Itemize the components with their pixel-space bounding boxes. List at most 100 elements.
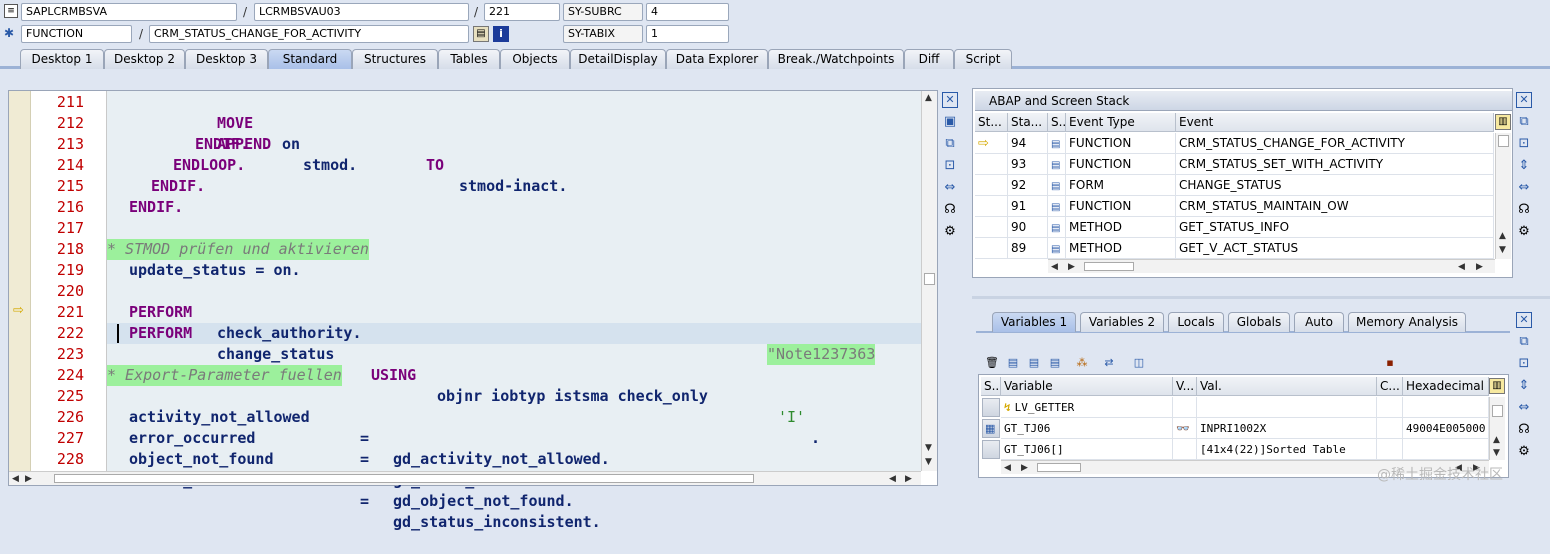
- swap-tool-icon[interactable]: ⧉: [1516, 334, 1532, 350]
- proc-type-field[interactable]: FUNCTION: [21, 25, 132, 43]
- column-layout-icon[interactable]: ▥: [1489, 378, 1505, 394]
- resize-horizontal-icon[interactable]: ⇔: [942, 180, 958, 196]
- col-header[interactable]: S...: [1048, 113, 1066, 132]
- services-icon[interactable]: ☊: [1516, 202, 1532, 218]
- tab-break-watchpoints[interactable]: Break./Watchpoints: [768, 49, 904, 69]
- delete-icon[interactable]: 🗑: [985, 356, 999, 370]
- save-icon[interactable]: ▪: [1383, 356, 1397, 370]
- scroll-down-icon[interactable]: ▼: [925, 457, 932, 467]
- resize-horizontal-icon[interactable]: ⇔: [1516, 180, 1532, 196]
- scroll-left-icon[interactable]: ◀: [12, 474, 19, 484]
- include-field[interactable]: LCRMBSVAU03: [254, 3, 469, 21]
- swap-tool-icon[interactable]: ⧉: [942, 136, 958, 152]
- tab-standard[interactable]: Standard: [268, 49, 352, 69]
- proc-name-field[interactable]: CRM_STATUS_CHANGE_FOR_ACTIVITY: [149, 25, 469, 43]
- swap-tool-icon[interactable]: ⧉: [1516, 114, 1532, 130]
- settings-tool-icon[interactable]: ⚙: [1516, 444, 1532, 460]
- display-source-icon[interactable]: ▤: [473, 26, 489, 42]
- tab-memory-analysis[interactable]: Memory Analysis: [1348, 312, 1466, 332]
- scroll-thumb[interactable]: [1492, 405, 1503, 417]
- scroll-left-icon[interactable]: ◀: [1458, 262, 1465, 272]
- settings-tool-icon[interactable]: ⚙: [942, 224, 958, 240]
- services-icon[interactable]: ☊: [1516, 422, 1532, 438]
- tab-locals[interactable]: Locals: [1168, 312, 1224, 332]
- scroll-down-icon[interactable]: ▼: [1499, 245, 1506, 255]
- scroll-up-icon[interactable]: ▲: [925, 93, 932, 103]
- display-tool-icon[interactable]: ◫: [1132, 356, 1146, 370]
- scroll-right-icon[interactable]: ▶: [25, 474, 32, 484]
- tab-desktop-1[interactable]: Desktop 1: [20, 49, 104, 69]
- tab-tables[interactable]: Tables: [438, 49, 500, 69]
- row-selector[interactable]: ▦: [982, 419, 1000, 438]
- col-header[interactable]: Sta...: [1008, 113, 1048, 132]
- close-icon[interactable]: ✕: [1516, 312, 1532, 328]
- breakpoint-gutter[interactable]: ⇨: [9, 91, 31, 471]
- variable-value[interactable]: [1197, 397, 1377, 418]
- scroll-right-icon[interactable]: ▶: [1068, 262, 1075, 272]
- editor-vertical-scrollbar[interactable]: ▲ ▼ ▼: [921, 91, 937, 471]
- tab-data-explorer[interactable]: Data Explorer: [666, 49, 768, 69]
- row-selector[interactable]: [982, 440, 1000, 459]
- navigate-icon[interactable]: ⇄: [1102, 356, 1116, 370]
- variable-name[interactable]: GT_TJ06[]: [1001, 439, 1173, 460]
- tab-objects[interactable]: Objects: [500, 49, 570, 69]
- resize-vertical-icon[interactable]: ⇕: [1516, 158, 1532, 174]
- hierarchy-icon[interactable]: ⁂: [1075, 356, 1089, 370]
- scroll-right-icon[interactable]: ▶: [1021, 463, 1028, 473]
- info-icon[interactable]: i: [493, 26, 509, 42]
- tab-desktop-2[interactable]: Desktop 2: [104, 49, 185, 69]
- tab-variables-2[interactable]: Variables 2: [1080, 312, 1164, 332]
- editor-horizontal-scrollbar[interactable]: ◀ ▶ ◀ ▶: [9, 471, 921, 485]
- source-editor[interactable]: ⇨ 211 212 213 214 215 216 217 218 219 22…: [8, 90, 938, 531]
- variable-name[interactable]: GT_TJ06: [1001, 418, 1173, 439]
- tab-variables-1[interactable]: Variables 1: [992, 312, 1076, 332]
- col-header[interactable]: S...: [981, 377, 1001, 396]
- scroll-down-icon[interactable]: ▼: [925, 443, 932, 453]
- sy-tabix-value[interactable]: 1: [646, 25, 729, 43]
- scroll-thumb[interactable]: [1498, 135, 1509, 147]
- col-header[interactable]: V...: [1173, 377, 1197, 396]
- line-field[interactable]: 221: [484, 3, 560, 21]
- new-tool-icon[interactable]: ▣: [942, 114, 958, 130]
- scroll-right-icon[interactable]: ▶: [905, 474, 912, 484]
- maximize-icon[interactable]: ⊡: [1516, 356, 1532, 372]
- variable-name[interactable]: ↯ LV_GETTER: [1001, 397, 1173, 418]
- col-header[interactable]: Variable: [1001, 377, 1173, 396]
- col-header[interactable]: St...: [975, 113, 1008, 132]
- resize-horizontal-icon[interactable]: ⇔: [1516, 400, 1532, 416]
- services-icon[interactable]: ☊: [942, 202, 958, 218]
- variables-vertical-scrollbar[interactable]: ▲ ▼: [1489, 397, 1505, 460]
- variable-value[interactable]: INPRI1002X: [1197, 418, 1377, 439]
- close-icon[interactable]: ✕: [942, 92, 958, 108]
- scroll-up-icon[interactable]: ▲: [1493, 435, 1500, 445]
- scroll-thumb[interactable]: [924, 273, 935, 285]
- scroll-right-icon[interactable]: ▶: [1476, 262, 1483, 272]
- scroll-down-icon[interactable]: ▼: [1493, 448, 1500, 458]
- insert-row-icon[interactable]: ▤: [1006, 356, 1020, 370]
- sy-subrc-value[interactable]: 4: [646, 3, 729, 21]
- pane-splitter[interactable]: [972, 296, 1550, 299]
- col-header[interactable]: Event: [1176, 113, 1494, 132]
- append-row-icon[interactable]: ▤: [1027, 356, 1041, 370]
- tab-desktop-3[interactable]: Desktop 3: [185, 49, 268, 69]
- column-layout-icon[interactable]: ▥: [1495, 114, 1511, 130]
- maximize-icon[interactable]: ⊡: [1516, 136, 1532, 152]
- copy-row-icon[interactable]: ▤: [1048, 356, 1062, 370]
- col-header[interactable]: Val.: [1197, 377, 1377, 396]
- col-header[interactable]: C...: [1377, 377, 1403, 396]
- scroll-thumb[interactable]: [1037, 463, 1081, 472]
- tab-diff[interactable]: Diff: [904, 49, 954, 69]
- close-icon[interactable]: ✕: [1516, 92, 1532, 108]
- scroll-left-icon[interactable]: ◀: [889, 474, 896, 484]
- maximize-icon[interactable]: ⊡: [942, 158, 958, 174]
- scroll-thumb[interactable]: [1084, 262, 1134, 271]
- col-header[interactable]: Event Type: [1066, 113, 1176, 132]
- variable-value[interactable]: [41x4(22)]Sorted Table: [1197, 439, 1377, 460]
- stack-vertical-scrollbar[interactable]: ▲ ▼: [1495, 133, 1511, 259]
- program-field[interactable]: SAPLCRMBSVA: [21, 3, 237, 21]
- resize-vertical-icon[interactable]: ⇕: [1516, 378, 1532, 394]
- tab-script[interactable]: Script: [954, 49, 1012, 69]
- scroll-left-icon[interactable]: ◀: [1004, 463, 1011, 473]
- scroll-left-icon[interactable]: ◀: [1051, 262, 1058, 272]
- tab-detaildisplay[interactable]: DetailDisplay: [570, 49, 666, 69]
